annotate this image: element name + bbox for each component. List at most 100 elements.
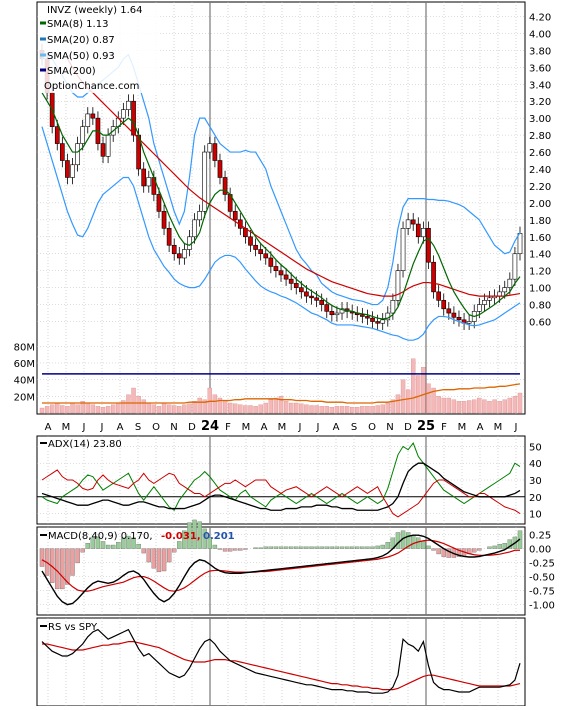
candle-body (121, 109, 126, 119)
volume-bar (385, 402, 390, 414)
candle-body (212, 143, 218, 161)
legend-background (38, 3, 160, 93)
candle-body (258, 249, 263, 255)
volume-bar (151, 404, 157, 414)
price-tick-label: 1.20 (529, 267, 551, 278)
volume-bar (258, 404, 263, 414)
macd-histogram-bar (100, 541, 106, 549)
price-tick-label: 3.00 (529, 114, 551, 125)
price-tick-label: 1.60 (529, 233, 551, 244)
macd-histogram-bar (350, 546, 355, 549)
candle-body (421, 228, 426, 238)
volume-bar (192, 401, 197, 414)
price-tick-label: 3.60 (529, 63, 551, 74)
macd-histogram-bar (253, 547, 258, 549)
candle-body (482, 300, 487, 305)
volume-bar (405, 389, 411, 414)
macd-histogram-bar (268, 546, 274, 549)
x-tick-label: F (441, 422, 447, 433)
candle-body (431, 261, 436, 293)
candle-body (65, 160, 70, 178)
macd-histogram-bar (85, 543, 90, 549)
macd-histogram-bar (365, 546, 370, 549)
macd-histogram-bar (304, 546, 309, 549)
x-tick-label: S (351, 422, 357, 433)
x-tick-label: A (45, 422, 52, 433)
adx-label: ADX(14) 23.80 (48, 439, 122, 450)
candle-body (309, 295, 314, 299)
candle-body (70, 164, 75, 178)
volume-bar (339, 406, 345, 414)
adx-tick-label: 40 (529, 459, 542, 470)
legend-site: OptionChance.com (44, 81, 139, 92)
macd-histogram-bar (39, 548, 45, 567)
volume-bar (299, 403, 304, 414)
candle-body (476, 304, 482, 312)
volume-bar (263, 402, 268, 414)
volume-bar (451, 399, 457, 414)
macd-histogram-bar (136, 543, 141, 549)
volume-bar (136, 396, 141, 414)
macd-histogram-bar (370, 546, 375, 549)
price-tick-label: 2.40 (529, 165, 551, 176)
volume-bar (441, 397, 446, 414)
candle-body (75, 143, 80, 166)
x-tick-label: M (458, 422, 467, 433)
candle-body (146, 177, 152, 187)
price-tick-label: 1.00 (529, 284, 551, 295)
candle-body (441, 300, 447, 310)
x-tick-label: 25 (417, 419, 435, 434)
macd-tick-label: -0.75 (529, 587, 555, 598)
macd-histogram-bar (278, 546, 284, 549)
macd-histogram-bar (172, 548, 177, 553)
macd-histogram-bar (273, 546, 279, 549)
volume-bar (116, 402, 121, 414)
macd-histogram-bar (421, 541, 426, 549)
volume-bar (248, 405, 253, 414)
volume-bar (227, 402, 233, 414)
candle-body (263, 253, 269, 259)
volume-bar (304, 404, 309, 414)
volume-bar (146, 402, 151, 414)
price-tick-label: 2.20 (529, 182, 551, 193)
candle-body (283, 274, 289, 280)
volume-bar (502, 399, 507, 414)
x-tick-label: N (386, 422, 393, 433)
volume-bar (253, 406, 258, 414)
candle-body (375, 321, 380, 324)
candle-body (253, 244, 258, 250)
candle-body (314, 297, 319, 301)
x-tick-label: N (170, 422, 177, 433)
volume-bar (365, 406, 370, 414)
volume-bar (456, 401, 462, 414)
legend-sma8: SMA(8) 1.13 (47, 19, 108, 30)
price-tick-label: 1.80 (529, 216, 551, 227)
volume-bar (222, 401, 228, 414)
macd-histogram-bar (299, 546, 304, 549)
macd-histogram-bar (227, 548, 233, 552)
macd-histogram-bar (360, 546, 365, 549)
macd-histogram-bar (309, 546, 314, 549)
price-tick-label: 3.20 (529, 97, 551, 108)
volume-bar (95, 406, 101, 414)
volume-bar (309, 405, 314, 414)
x-tick-label: J (514, 422, 518, 433)
candle-body (324, 304, 330, 312)
candle-body (54, 126, 60, 144)
macd-histogram-bar (339, 546, 345, 549)
macd-histogram-bar (431, 548, 436, 551)
volume-bar (55, 402, 60, 414)
macd-histogram-bar (60, 548, 65, 590)
candle-body (192, 219, 197, 238)
candle-body (436, 291, 441, 301)
price-tick-label: 1.40 (529, 250, 551, 261)
volume-bar (126, 394, 131, 414)
macd-histogram-bar (111, 544, 116, 549)
candle-body (273, 266, 279, 271)
macd-histogram-bar (436, 548, 441, 555)
legend-sma200: SMA(200) (47, 66, 96, 77)
x-tick-label: F (225, 422, 231, 433)
volume-bar (161, 402, 167, 414)
legend-sma20: SMA(20) 0.87 (47, 35, 115, 46)
macd-histogram-bar (80, 548, 85, 553)
